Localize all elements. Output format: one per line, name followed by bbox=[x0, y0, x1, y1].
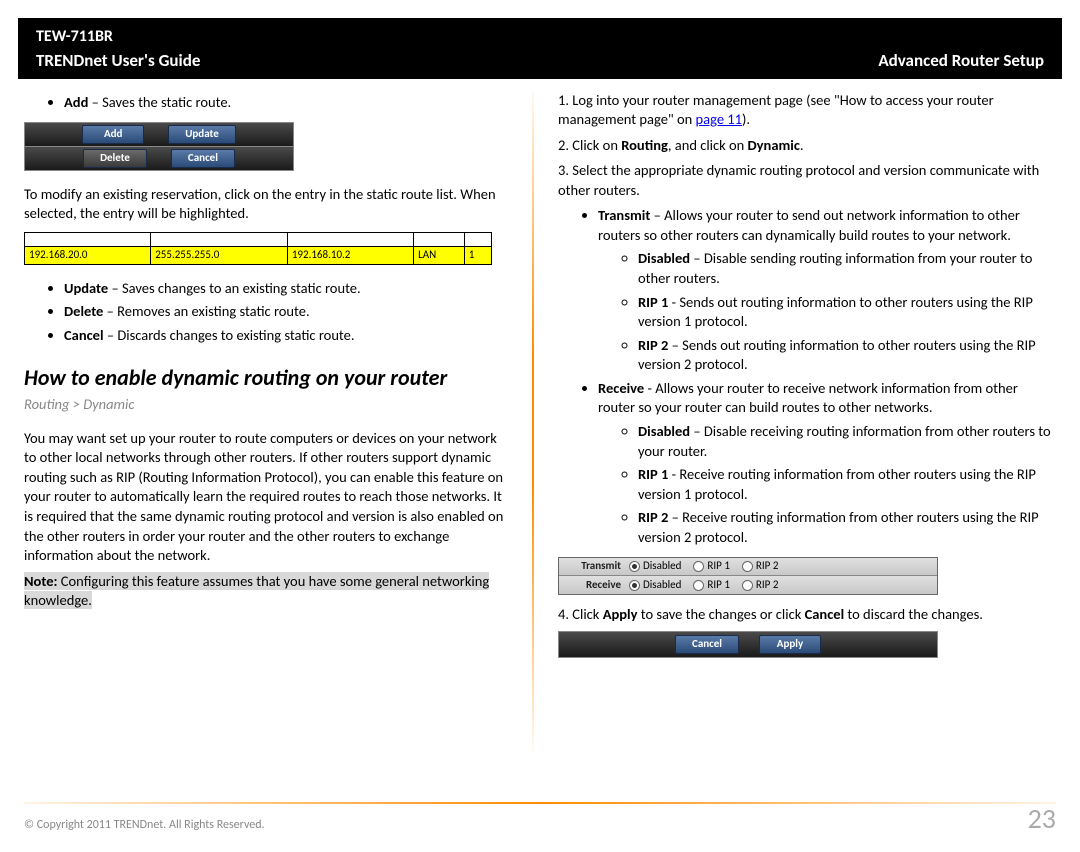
receive-rip1: RIP 1 - Receive routing information from… bbox=[638, 465, 1056, 504]
guide-title: TRENDnet User's Guide bbox=[36, 50, 200, 73]
route-row-selected[interactable]: 192.168.20.0 255.255.255.0 192.168.10.2 … bbox=[25, 246, 492, 264]
model-number: TEW-711BR bbox=[36, 26, 1044, 48]
dynamic-intro: You may want set up your router to route… bbox=[24, 429, 508, 566]
receive-disabled-radio[interactable]: Disabled bbox=[629, 578, 681, 593]
update-button[interactable]: Update bbox=[168, 125, 236, 144]
transmit-disabled: Disabled – Disable sending routing infor… bbox=[638, 249, 1056, 288]
step-1: 1. Log into your router management page … bbox=[558, 91, 1056, 130]
static-route-table: 192.168.20.0 255.255.255.0 192.168.10.2 … bbox=[24, 232, 492, 265]
transmit-disabled-radio[interactable]: Disabled bbox=[629, 559, 681, 574]
page-11-link[interactable]: page 11 bbox=[696, 110, 742, 128]
step-2: 2. Click on Routing, and click on Dynami… bbox=[558, 136, 1056, 156]
apply-cancel-bar: Cancel Apply bbox=[558, 631, 938, 658]
transmit-bullet: Transmit – Allows your router to send ou… bbox=[598, 206, 1056, 375]
receive-bullet: Receive - Allows your router to receive … bbox=[598, 379, 1056, 548]
column-divider bbox=[532, 91, 534, 751]
transmit-rip1: RIP 1 - Sends out routing information to… bbox=[638, 293, 1056, 332]
cancel-button[interactable]: Cancel bbox=[171, 149, 235, 168]
step-3: 3. Select the appropriate dynamic routin… bbox=[558, 161, 1056, 200]
cancel-bullet: Cancel – Discards changes to existing st… bbox=[64, 326, 508, 346]
route-interface: LAN bbox=[414, 246, 465, 264]
left-column: Add – Saves the static route. Add Update… bbox=[24, 91, 524, 751]
cancel-apply-button[interactable]: Cancel bbox=[675, 635, 739, 654]
modify-paragraph: To modify an existing reservation, click… bbox=[24, 185, 508, 224]
delete-bullet: Delete – Removes an existing static rout… bbox=[64, 302, 508, 322]
rip-radio-panel: Transmit Disabled RIP 1 RIP 2 Receive Di… bbox=[558, 557, 938, 595]
receive-rip2: RIP 2 – Receive routing information from… bbox=[638, 508, 1056, 547]
route-gateway: 192.168.10.2 bbox=[287, 246, 413, 264]
receive-row-label: Receive bbox=[559, 578, 629, 593]
receive-rip2-radio[interactable]: RIP 2 bbox=[742, 578, 779, 593]
route-mask: 255.255.255.0 bbox=[151, 246, 288, 264]
add-label: Add bbox=[64, 93, 88, 111]
breadcrumb: Routing > Dynamic bbox=[24, 395, 508, 415]
delete-button[interactable]: Delete bbox=[83, 149, 147, 168]
apply-button[interactable]: Apply bbox=[759, 635, 821, 654]
transmit-rip2: RIP 2 – Sends out routing information to… bbox=[638, 336, 1056, 375]
note-paragraph: Note: Configuring this feature assumes t… bbox=[24, 572, 508, 611]
receive-rip1-radio[interactable]: RIP 1 bbox=[693, 578, 730, 593]
route-buttons-panel: Add Update Delete Cancel bbox=[24, 122, 294, 171]
copyright: © Copyright 2011 TRENDnet. All Rights Re… bbox=[24, 817, 265, 833]
receive-disabled: Disabled – Disable receiving routing inf… bbox=[638, 422, 1056, 461]
route-metric: 1 bbox=[464, 246, 491, 264]
transmit-rip2-radio[interactable]: RIP 2 bbox=[742, 559, 779, 574]
add-button[interactable]: Add bbox=[82, 125, 144, 144]
route-network: 192.168.20.0 bbox=[25, 246, 151, 264]
page-number: 23 bbox=[1028, 800, 1056, 838]
section-title: Advanced Router Setup bbox=[878, 50, 1044, 73]
transmit-rip1-radio[interactable]: RIP 1 bbox=[693, 559, 730, 574]
right-column: 1. Log into your router management page … bbox=[542, 91, 1056, 751]
transmit-row-label: Transmit bbox=[559, 559, 629, 574]
update-bullet: Update – Saves changes to an existing st… bbox=[64, 279, 508, 299]
step-4: 4. Click Apply to save the changes or cl… bbox=[558, 605, 1056, 625]
page-header: TEW-711BR TRENDnet User's Guide Advanced… bbox=[18, 18, 1062, 79]
add-desc: – Saves the static route. bbox=[88, 93, 231, 111]
dynamic-routing-heading: How to enable dynamic routing on your ro… bbox=[24, 363, 508, 393]
add-bullet: Add – Saves the static route. bbox=[64, 93, 508, 113]
